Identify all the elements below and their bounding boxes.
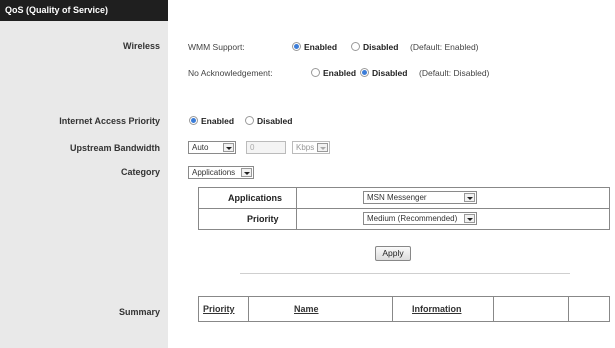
table-divider — [296, 187, 297, 230]
summary-col-priority[interactable]: Priority — [203, 304, 235, 314]
main-content: WMM Support: Enabled Disabled (Default: … — [168, 0, 615, 348]
iap-enabled-text: Enabled — [201, 116, 235, 126]
priority-label: Priority — [247, 214, 279, 224]
wmm-disabled-text: Disabled — [363, 42, 399, 52]
wmm-enabled-radio[interactable] — [292, 42, 301, 51]
section-header: QoS (Quality of Service) — [0, 0, 168, 21]
separator — [240, 273, 570, 274]
upstream-mode-value: Auto — [192, 143, 209, 152]
table-divider — [198, 208, 610, 209]
qos-page: QoS (Quality of Service) Wireless Intern… — [0, 0, 615, 348]
no-ack-enabled-radio[interactable] — [311, 68, 320, 77]
wmm-support-label: WMM Support: — [188, 42, 245, 52]
no-ack-label: No Acknowledgement: — [188, 68, 273, 78]
iap-disabled-text: Disabled — [257, 116, 293, 126]
no-ack-enabled-text: Enabled — [323, 68, 357, 78]
applications-label: Applications — [228, 193, 283, 203]
summary-table — [198, 296, 610, 322]
summary-label: Summary — [118, 307, 160, 317]
table-divider — [568, 296, 569, 322]
chevron-down-icon — [223, 143, 234, 152]
category-select[interactable]: Applications — [188, 166, 254, 179]
chevron-down-icon — [464, 193, 475, 202]
sidebar: QoS (Quality of Service) Wireless Intern… — [0, 0, 168, 348]
no-ack-disabled-text: Disabled — [372, 68, 408, 78]
table-divider — [248, 296, 249, 322]
upstream-unit-select[interactable]: Kbps — [292, 141, 330, 154]
priority-select[interactable]: Medium (Recommended) — [363, 212, 477, 225]
upstream-bandwidth-label: Upstream Bandwidth — [69, 143, 160, 153]
category-label: Category — [120, 167, 160, 177]
chevron-down-icon — [464, 214, 475, 223]
iap-enabled-radio[interactable] — [189, 116, 198, 125]
applications-select[interactable]: MSN Messenger — [363, 191, 477, 204]
internet-access-priority-label: Internet Access Priority — [59, 116, 160, 126]
priority-value: Medium (Recommended) — [367, 214, 458, 223]
no-ack-disabled-radio[interactable] — [360, 68, 369, 77]
category-value: Applications — [192, 168, 236, 177]
table-divider — [392, 296, 393, 322]
summary-col-name[interactable]: Name — [294, 304, 319, 314]
applications-value: MSN Messenger — [367, 193, 427, 202]
summary-col-information[interactable]: Information — [412, 304, 462, 314]
table-divider — [493, 296, 494, 322]
wmm-disabled-radio[interactable] — [351, 42, 360, 51]
iap-disabled-radio[interactable] — [245, 116, 254, 125]
upstream-value-input[interactable]: 0 — [246, 141, 286, 154]
upstream-mode-select[interactable]: Auto — [188, 141, 236, 154]
no-ack-default-note: (Default: Disabled) — [419, 68, 490, 78]
chevron-down-icon — [317, 143, 328, 152]
wmm-enabled-text: Enabled — [304, 42, 338, 52]
wmm-default-note: (Default: Enabled) — [410, 42, 479, 52]
upstream-unit-value: Kbps — [296, 143, 315, 152]
chevron-down-icon — [241, 168, 252, 177]
wireless-label: Wireless — [123, 41, 160, 51]
apply-button[interactable]: Apply — [375, 246, 411, 261]
